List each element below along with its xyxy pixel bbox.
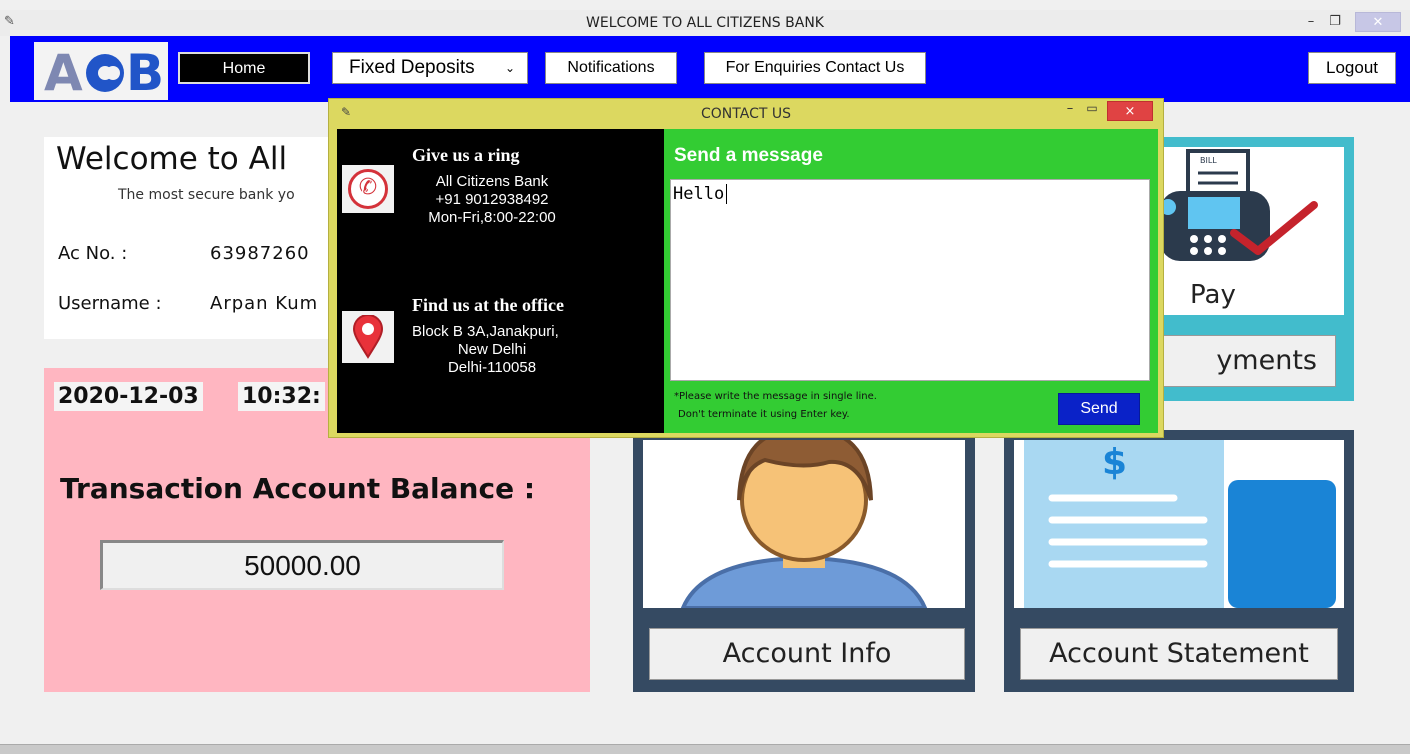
enquiries-contact-button[interactable]: For Enquiries Contact Us bbox=[704, 52, 926, 84]
account-info-image bbox=[643, 440, 965, 608]
bank-logo: A B bbox=[34, 42, 168, 102]
location-pin-icon bbox=[352, 315, 384, 359]
account-number-value: 63987260 bbox=[210, 243, 310, 264]
user-avatar-icon bbox=[680, 440, 928, 608]
account-statement-tile[interactable]: $ Account Statement bbox=[1004, 430, 1354, 692]
current-date: 2020-12-03 bbox=[54, 382, 203, 411]
navbar: A B Home Fixed Deposits ⌄ Notifications … bbox=[10, 36, 1410, 102]
window-titlebar: ✎ WELCOME TO ALL CITIZENS BANK – ❐ ✕ bbox=[0, 10, 1410, 36]
balance-title: Transaction Account Balance : bbox=[60, 472, 536, 505]
account-statement-image: $ bbox=[1014, 440, 1344, 608]
welcome-panel: Welcome to All The most secure bank yo A… bbox=[44, 137, 364, 339]
maximize-button[interactable]: ❐ bbox=[1324, 10, 1346, 36]
username-value: Arpan Kum bbox=[210, 293, 319, 314]
office-heading: Find us at the office bbox=[412, 295, 564, 315]
message-note-line1: *Please write the message in single line… bbox=[674, 391, 877, 402]
account-info-tile[interactable]: Account Info bbox=[633, 430, 975, 692]
message-note-line2: Don't terminate it using Enter key. bbox=[678, 409, 850, 420]
bill-pay-icon: BILL Pay bbox=[1160, 149, 1318, 310]
dialog-titlebar: ✎ CONTACT US bbox=[329, 99, 1163, 127]
phone-icon-box: ✆ bbox=[342, 165, 394, 213]
account-number-label: Ac No. : bbox=[58, 243, 128, 264]
notifications-button[interactable]: Notifications bbox=[545, 52, 677, 84]
phone-icon: ✆ bbox=[348, 169, 388, 209]
dialog-title: CONTACT US bbox=[701, 106, 791, 122]
window-title: WELCOME TO ALL CITIZENS BANK bbox=[586, 15, 824, 31]
account-statement-button[interactable]: Account Statement bbox=[1020, 628, 1338, 680]
ring-bank-name: All Citizens Bank bbox=[435, 173, 549, 190]
account-info-button[interactable]: Account Info bbox=[649, 628, 965, 680]
close-button[interactable]: ✕ bbox=[1355, 12, 1401, 32]
message-textarea[interactable]: Hello bbox=[670, 179, 1150, 381]
text-caret bbox=[726, 184, 728, 204]
dialog-close-button[interactable]: × bbox=[1107, 101, 1153, 121]
contact-info-panel: ✆ Give us a ring All Citizens Bank +91 9… bbox=[337, 129, 664, 433]
send-message-panel: Send a message Hello *Please write the m… bbox=[664, 129, 1158, 433]
username-label: Username : bbox=[58, 293, 162, 314]
logo-letter-b: B bbox=[126, 44, 165, 102]
send-button[interactable]: Send bbox=[1058, 393, 1140, 425]
bill-label: BILL bbox=[1200, 156, 1217, 165]
logo-letter-a: A bbox=[44, 44, 83, 102]
logout-button[interactable]: Logout bbox=[1308, 52, 1396, 84]
pay-text: Pay bbox=[1190, 280, 1236, 310]
ring-phone-number: +91 9012938492 bbox=[435, 191, 549, 208]
statement-document-icon: $ bbox=[1024, 440, 1336, 608]
office-address-line1: Block B 3A,Janakpuri, bbox=[412, 323, 559, 340]
welcome-heading: Welcome to All bbox=[56, 141, 288, 177]
home-button[interactable]: Home bbox=[178, 52, 310, 84]
balance-amount: 50000.00 bbox=[100, 540, 504, 590]
contact-us-dialog: ✎ CONTACT US – ▭ × ✆ Give us a ring All … bbox=[328, 98, 1164, 438]
ring-hours: Mon-Fri,8:00-22:00 bbox=[428, 209, 556, 226]
logo-c-shape bbox=[86, 54, 124, 92]
message-text: Hello bbox=[673, 184, 725, 204]
dialog-maximize-button[interactable]: ▭ bbox=[1083, 101, 1101, 115]
dollar-icon: $ bbox=[1102, 442, 1127, 483]
bill-payments-button[interactable]: yments bbox=[1154, 335, 1336, 387]
chevron-down-icon: ⌄ bbox=[504, 61, 515, 75]
fixed-deposits-label: Fixed Deposits bbox=[349, 57, 475, 78]
fixed-deposits-dropdown[interactable]: Fixed Deposits ⌄ bbox=[332, 52, 528, 84]
ring-heading: Give us a ring bbox=[412, 145, 520, 165]
minimize-button[interactable]: – bbox=[1300, 10, 1322, 36]
welcome-tagline: The most secure bank yo bbox=[118, 187, 295, 203]
send-message-heading: Send a message bbox=[674, 145, 823, 166]
bill-pay-image: BILL Pay bbox=[1154, 147, 1344, 315]
dialog-minimize-button[interactable]: – bbox=[1061, 101, 1079, 116]
current-time: 10:32: bbox=[238, 382, 325, 411]
office-address-line2: New Delhi bbox=[457, 341, 527, 358]
taskbar bbox=[0, 744, 1410, 754]
location-icon-box bbox=[342, 311, 394, 363]
bill-payments-tile[interactable]: BILL Pay yments bbox=[1144, 137, 1354, 401]
office-address-line3: Delhi-110058 bbox=[447, 359, 537, 376]
